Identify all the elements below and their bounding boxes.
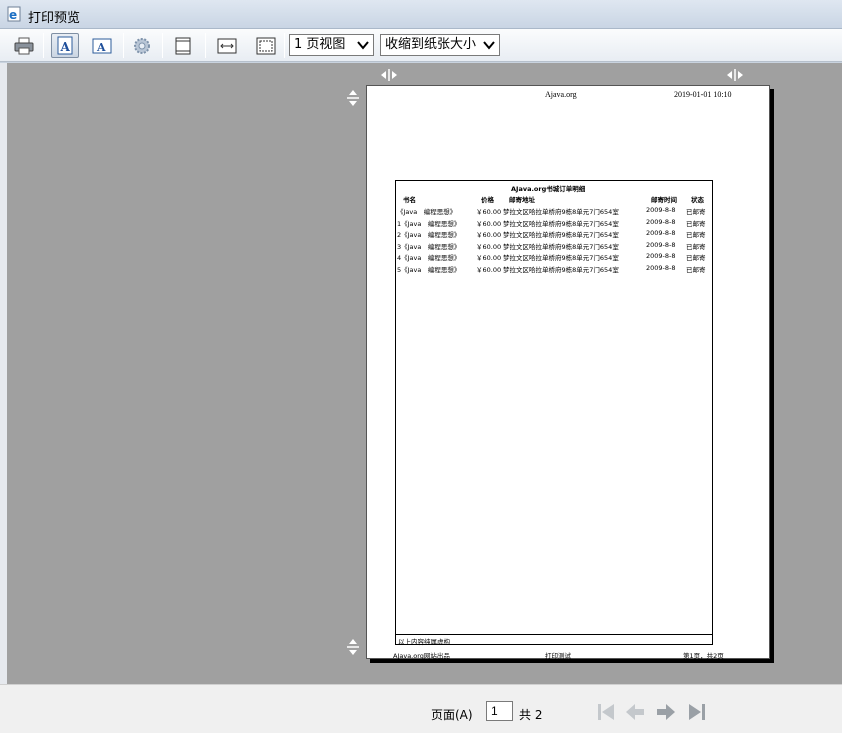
column-header-name: 书名: [403, 196, 416, 204]
page-footer-right: 第1页，共2页: [683, 652, 724, 660]
page-header-center: Ajava.org: [545, 90, 577, 99]
page-footer-center: 打印测试: [545, 652, 571, 660]
left-margin-handle[interactable]: [380, 69, 398, 81]
chevron-down-icon: [357, 41, 369, 50]
table-footer-note: 以上内容纯属虚构: [398, 638, 450, 646]
chevron-down-icon: [483, 41, 495, 50]
total-pages-label: 共 2: [519, 708, 543, 722]
gear-icon: [134, 37, 150, 54]
left-border: [0, 63, 7, 684]
top-margin-handle[interactable]: [347, 89, 359, 107]
last-page-button[interactable]: [686, 701, 708, 723]
full-width-icon: [217, 38, 237, 53]
status-bar: 页面(A) 1 共 2: [0, 684, 842, 733]
page-number-input[interactable]: 1: [486, 701, 513, 721]
page-frame-icon: [175, 37, 191, 54]
previous-page-button[interactable]: [624, 701, 646, 723]
landscape-page-icon: A: [92, 38, 112, 54]
toolbar: A A 1 页视图 收缩到纸张大小: [0, 29, 842, 62]
svg-text:A: A: [96, 41, 106, 54]
portrait-button[interactable]: A: [51, 33, 79, 58]
print-preview-app-icon: e: [7, 6, 21, 22]
portrait-page-icon: A: [57, 36, 73, 55]
print-button[interactable]: [10, 33, 38, 58]
column-header-status: 状态: [691, 196, 704, 204]
page-header-right: 2019-01-01 10:10: [674, 90, 732, 99]
window-title: 打印预览: [28, 11, 81, 26]
column-header-price: 价格: [481, 196, 494, 204]
svg-text:A: A: [60, 40, 71, 54]
full-width-button[interactable]: [213, 33, 241, 58]
full-page-icon: [256, 37, 276, 54]
next-page-button[interactable]: [655, 701, 677, 723]
page-label: 页面(A): [431, 708, 473, 722]
bottom-margin-handle[interactable]: [347, 638, 359, 656]
svg-text:e: e: [9, 8, 17, 22]
fit-size-select[interactable]: 收缩到纸张大小: [380, 34, 500, 56]
landscape-button[interactable]: A: [88, 33, 116, 58]
page-footer-left: AJava.org网站出品: [393, 652, 450, 660]
fit-size-value: 收缩到纸张大小: [385, 37, 477, 52]
page-view-value: 1 页视图: [294, 37, 346, 52]
page-view-select[interactable]: 1 页视图: [289, 34, 374, 56]
header-footer-button[interactable]: [169, 33, 197, 58]
report-title: AJava.org书城订单明细: [511, 185, 586, 193]
column-header-address: 邮寄地址: [509, 196, 535, 204]
column-header-date: 邮寄时间: [651, 196, 677, 204]
title-bar: e 打印预览: [0, 0, 842, 29]
full-page-button[interactable]: [252, 33, 280, 58]
page-setup-button[interactable]: [128, 33, 156, 58]
right-margin-handle[interactable]: [726, 69, 744, 81]
first-page-button[interactable]: [595, 701, 617, 723]
printer-icon: [14, 37, 34, 54]
